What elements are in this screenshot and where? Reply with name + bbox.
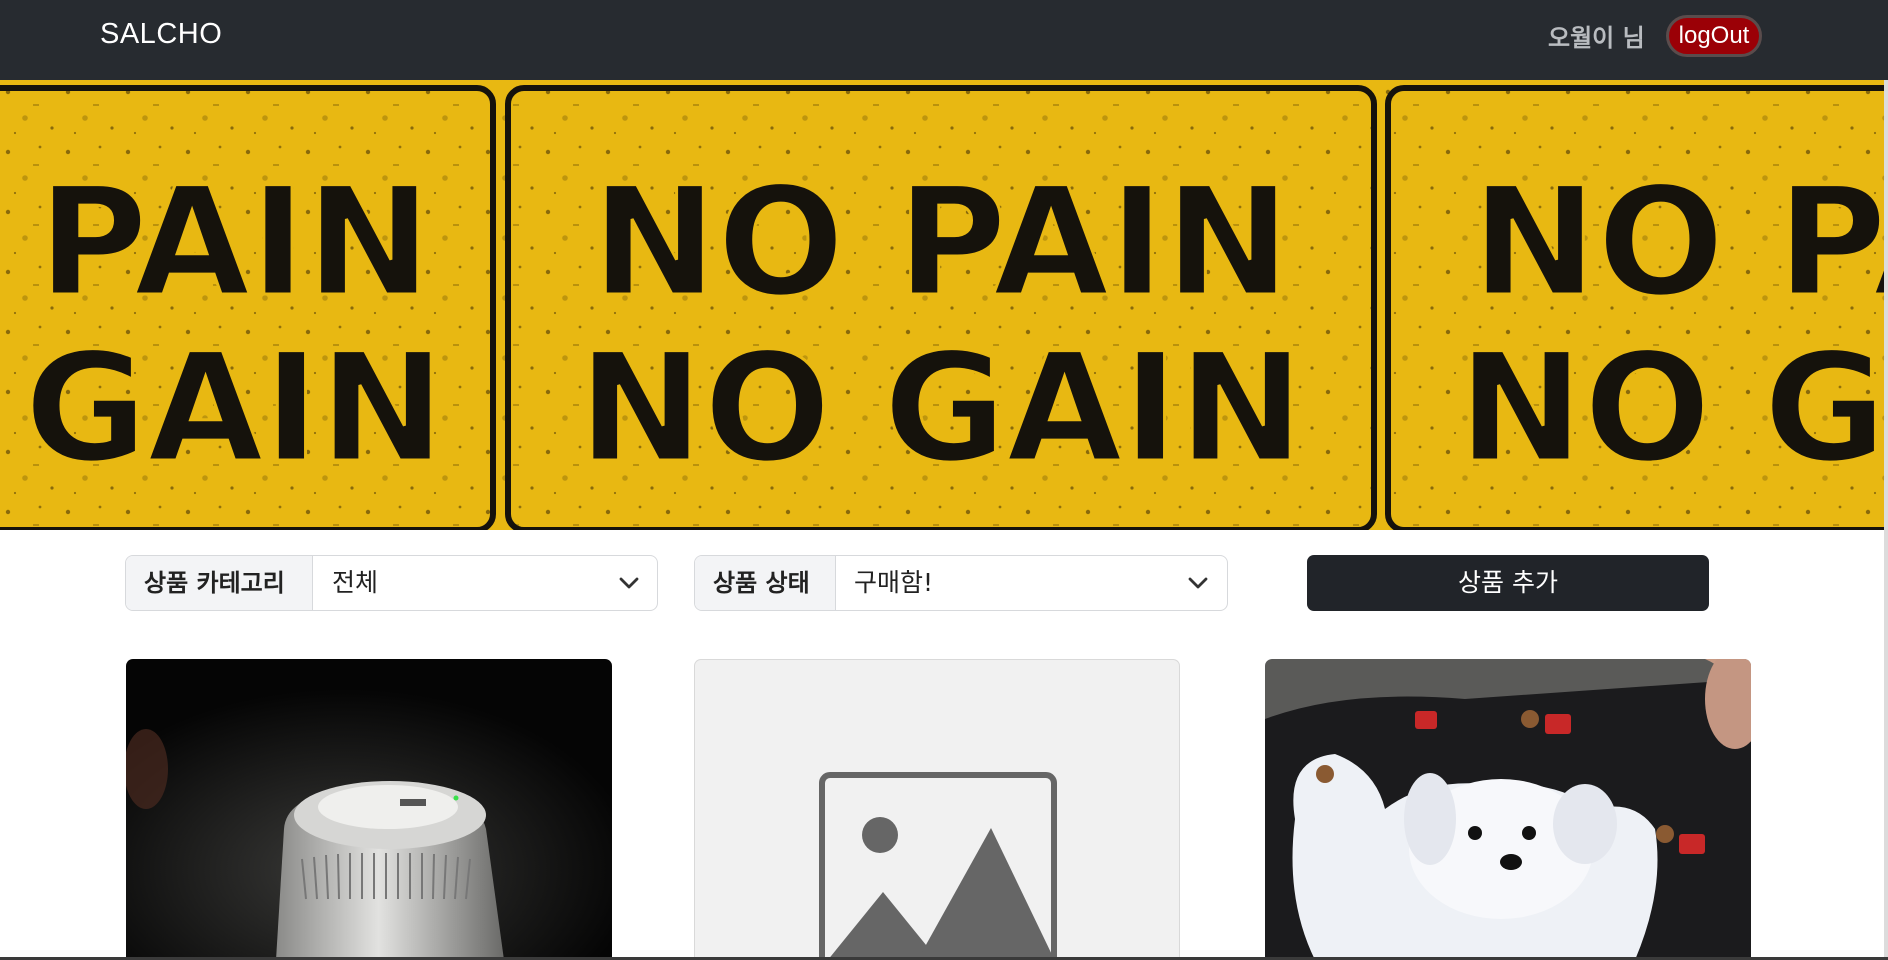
- hero-banner: NO PAIN NO GAIN NO PAIN NO GAIN NO PAIN …: [0, 80, 1888, 530]
- status-filter-select[interactable]: 상품 상태 구매함!: [694, 555, 1228, 611]
- sign-text-line1: NO PAIN: [0, 156, 431, 330]
- user-greeting: 오월이 님: [1548, 24, 1645, 52]
- sign-text-line1: NO PAIN: [592, 156, 1291, 330]
- product-card[interactable]: [1265, 659, 1751, 960]
- white-dog-photo: [1265, 659, 1751, 960]
- scrollbar-track[interactable]: [1884, 80, 1888, 960]
- chevron-down-icon: [1188, 577, 1208, 589]
- navbar: SALCHO 오월이 님 logOut: [0, 0, 1888, 80]
- category-filter-select[interactable]: 상품 카테고리 전체: [125, 555, 658, 611]
- product-card[interactable]: [694, 659, 1180, 960]
- product-card[interactable]: [126, 659, 612, 960]
- no-pain-no-gain-sign-image: NO PAIN NO GAIN NO PAIN NO GAIN NO PAIN …: [0, 80, 1888, 530]
- sign-text-line2: NO GAIN: [0, 322, 445, 496]
- sign-text-line1: NO PAIN: [1472, 156, 1888, 330]
- status-filter-label: 상품 상태: [695, 556, 836, 610]
- sign-text-line2: NO GAIN: [578, 322, 1304, 496]
- add-product-button[interactable]: 상품 추가: [1307, 555, 1709, 611]
- brand-logo[interactable]: SALCHO: [100, 18, 222, 51]
- status-filter-value: 구매함!: [854, 568, 934, 597]
- air-purifier-photo: [126, 659, 612, 960]
- image-placeholder-icon: [819, 772, 1057, 960]
- sign-text-line2: NO GAIN: [1458, 322, 1888, 496]
- logout-button[interactable]: logOut: [1666, 15, 1762, 57]
- category-filter-label: 상품 카테고리: [126, 556, 313, 610]
- category-filter-value: 전체: [332, 568, 379, 597]
- chevron-down-icon: [619, 577, 639, 589]
